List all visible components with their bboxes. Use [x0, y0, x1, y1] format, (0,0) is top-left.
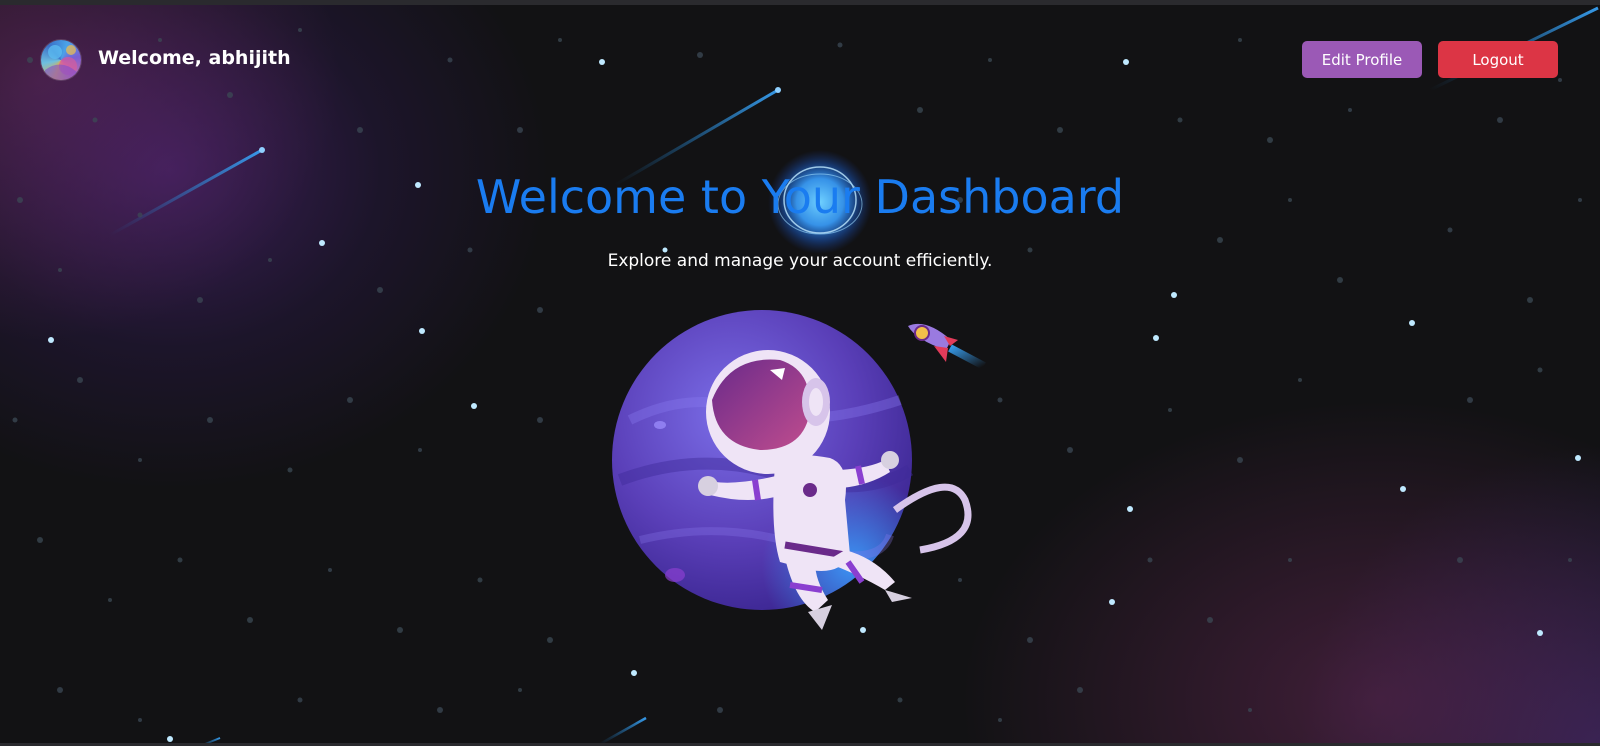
user-avatar[interactable] — [41, 40, 81, 80]
rocket-icon — [908, 323, 986, 370]
logout-button[interactable]: Logout — [1438, 41, 1558, 78]
avatar-image-icon — [45, 45, 77, 80]
page-title: Welcome to Your Dashboard — [475, 170, 1125, 224]
edit-profile-button[interactable]: Edit Profile — [1302, 41, 1422, 78]
welcome-user-text: Welcome, abhijith — [98, 47, 291, 69]
top-header: Welcome, abhijith Edit Profile Logout — [0, 0, 1600, 120]
page-subtitle: Explore and manage your account efficien… — [607, 251, 993, 271]
dashboard-page: Welcome, abhijith Edit Profile Logout We… — [0, 0, 1600, 746]
